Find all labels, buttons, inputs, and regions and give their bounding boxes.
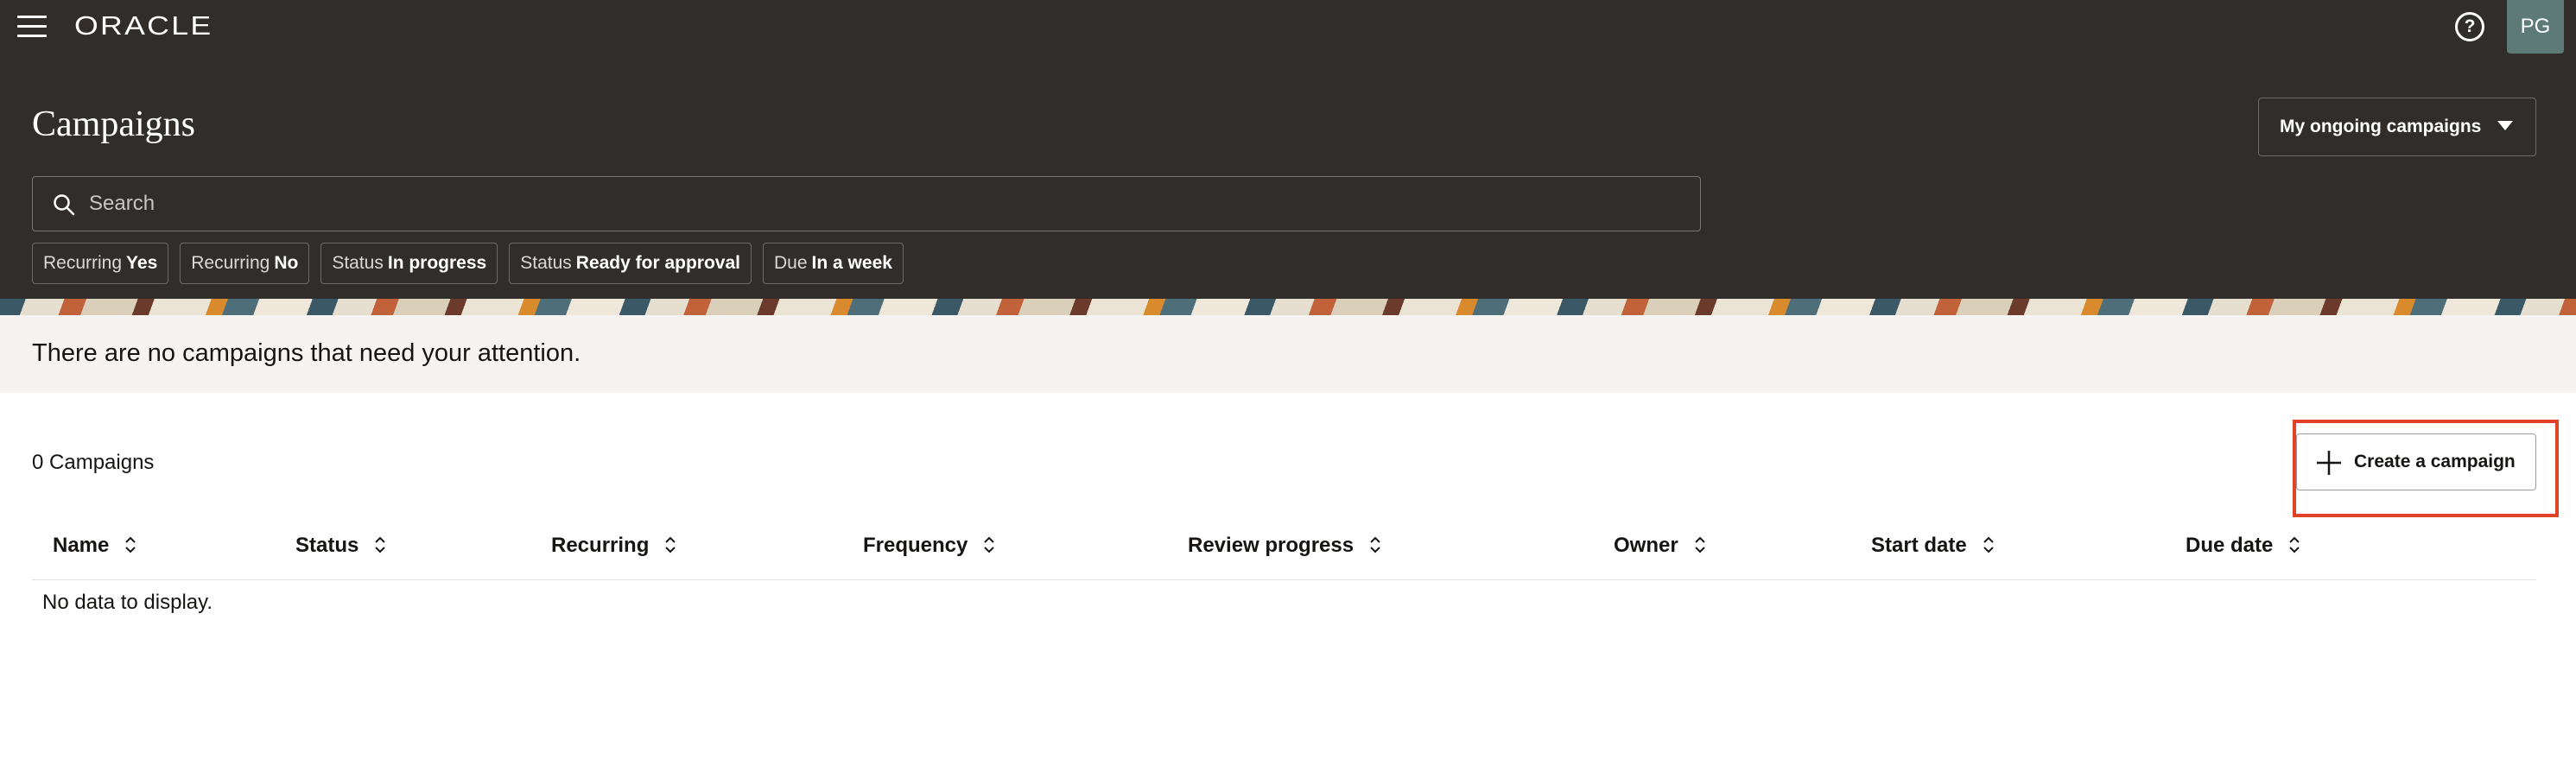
- sort-icon: [984, 536, 995, 553]
- sort-icon: [375, 536, 386, 553]
- filter-chip-due-in-a-week[interactable]: Due In a week: [763, 243, 904, 284]
- column-header-recurring[interactable]: Recurring: [551, 527, 676, 579]
- avatar[interactable]: PG: [2507, 0, 2564, 54]
- campaign-count: 0 Campaigns: [32, 451, 155, 474]
- filter-chips: Recurring Yes Recurring No Status In progre…: [32, 243, 915, 284]
- filter-chip-status-in-progress[interactable]: Status In progress: [320, 243, 498, 284]
- column-header-frequency[interactable]: Frequency: [863, 527, 995, 579]
- caret-down-icon: [2497, 121, 2513, 130]
- page-title: Campaigns: [32, 104, 195, 144]
- table-header: Name Status Recurring Frequency Review p…: [32, 527, 2536, 580]
- app-header: ORACLE ? PG Campaigns My ongoing campaig…: [0, 0, 2576, 299]
- attention-notice-text: There are no campaigns that need your at…: [32, 339, 581, 367]
- plus-icon: [2317, 451, 2341, 475]
- column-header-owner[interactable]: Owner: [1614, 527, 1706, 579]
- column-header-name[interactable]: Name: [53, 527, 136, 579]
- column-header-start-date[interactable]: Start date: [1871, 527, 1995, 579]
- decorative-banner: [0, 299, 2576, 315]
- sort-icon: [1370, 536, 1380, 553]
- filter-chip-status-ready-for-approval[interactable]: Status Ready for approval: [509, 243, 752, 284]
- sort-icon: [665, 536, 676, 553]
- attention-notice: There are no campaigns that need your at…: [0, 315, 2576, 393]
- menu-icon[interactable]: [17, 16, 47, 38]
- create-campaign-label: Create a campaign: [2354, 452, 2516, 471]
- help-icon[interactable]: ?: [2455, 12, 2484, 41]
- empty-table-message: No data to display.: [42, 591, 213, 614]
- sort-icon: [1694, 536, 1705, 553]
- column-header-status[interactable]: Status: [295, 527, 386, 579]
- filter-chip-recurring-yes[interactable]: Recurring Yes: [32, 243, 169, 284]
- oracle-logo[interactable]: ORACLE: [74, 10, 213, 41]
- filter-chip-recurring-no[interactable]: Recurring No: [180, 243, 310, 284]
- campaign-view-select-label: My ongoing campaigns: [2280, 117, 2482, 136]
- sort-icon: [125, 536, 136, 553]
- search-input[interactable]: [89, 177, 1678, 231]
- sort-icon: [1983, 536, 1994, 553]
- sort-icon: [2289, 536, 2300, 553]
- column-header-review-progress[interactable]: Review progress: [1188, 527, 1381, 579]
- column-header-due-date[interactable]: Due date: [2186, 527, 2300, 579]
- search-icon: [54, 194, 75, 216]
- search-box[interactable]: [32, 176, 1701, 231]
- create-campaign-button[interactable]: Create a campaign: [2296, 433, 2536, 490]
- campaign-view-select[interactable]: My ongoing campaigns: [2258, 98, 2536, 156]
